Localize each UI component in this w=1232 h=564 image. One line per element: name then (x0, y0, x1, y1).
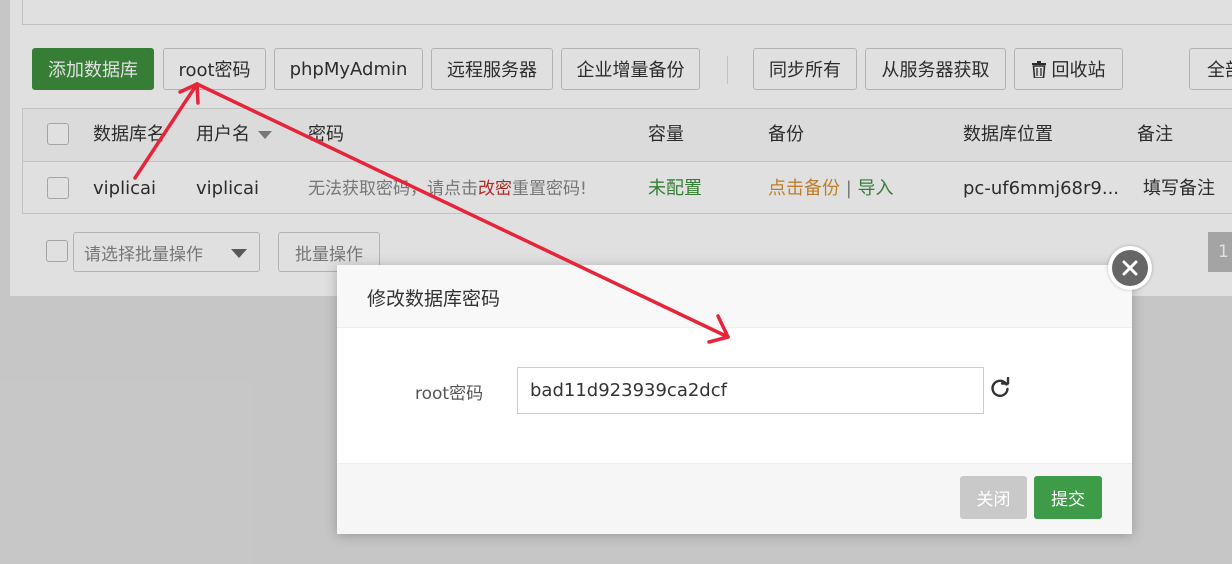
dialog-footer: 关闭 提交 (337, 463, 1132, 534)
dialog-header: 修改数据库密码 (337, 265, 1132, 328)
root-password-input[interactable] (517, 367, 984, 414)
dialog-title: 修改数据库密码 (367, 288, 501, 310)
refresh-icon[interactable] (989, 376, 1011, 399)
close-icon (1112, 250, 1148, 286)
close-button[interactable]: 关闭 (960, 476, 1027, 519)
root-password-label: root密码 (415, 384, 484, 404)
change-password-dialog: 修改数据库密码 root密码 关闭 提交 (337, 265, 1132, 534)
dialog-close-button[interactable] (1108, 246, 1152, 290)
submit-button[interactable]: 提交 (1034, 476, 1102, 519)
